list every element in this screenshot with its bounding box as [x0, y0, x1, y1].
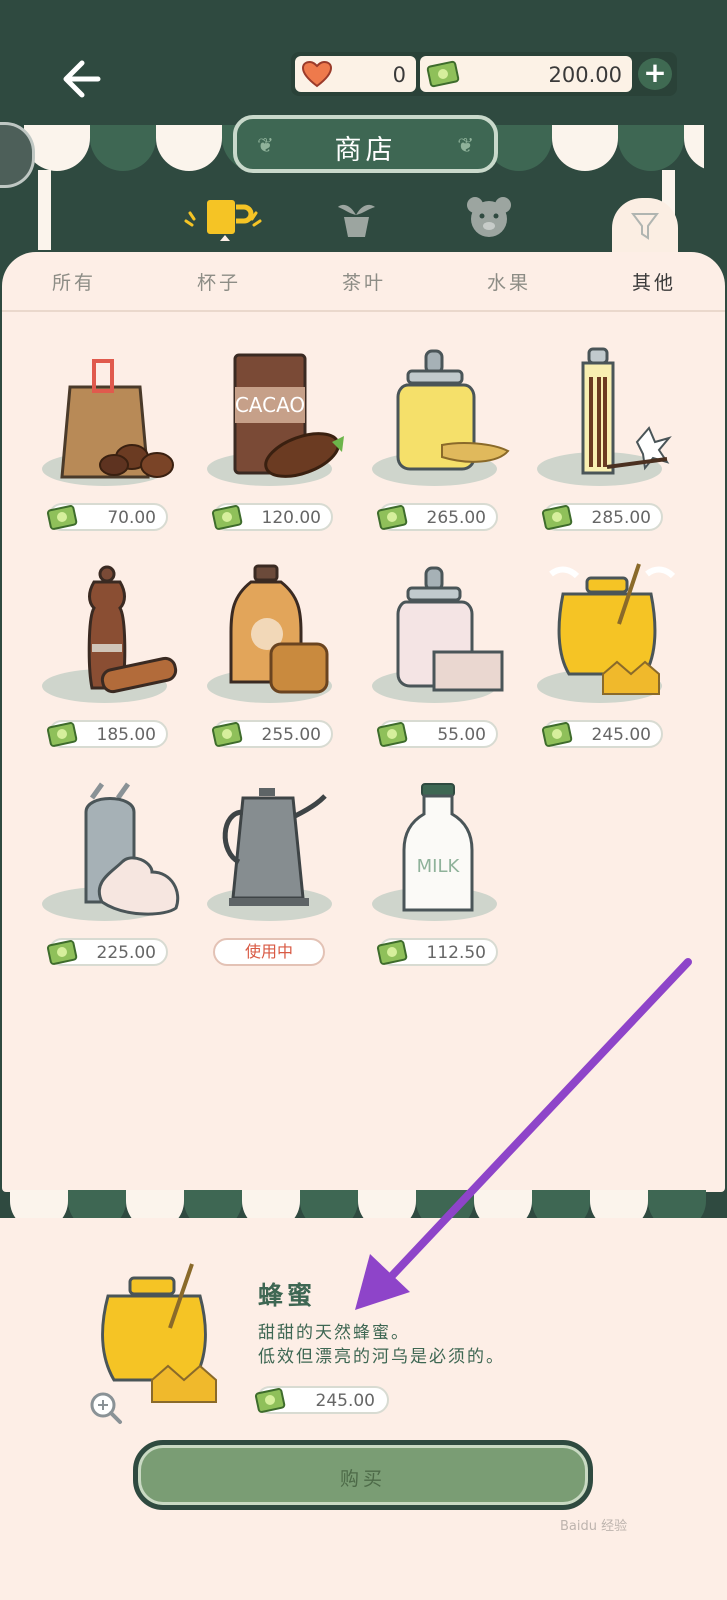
ginger-jar-icon [396, 349, 510, 471]
buy-button[interactable]: 购买 [133, 1440, 593, 1510]
honey-icon [549, 563, 676, 695]
price-tag: 120.00 [211, 503, 333, 531]
heart-icon [301, 60, 333, 88]
milk-icon: MILK [402, 783, 474, 912]
item-cinnamon-grinder[interactable]: 185.00 [42, 564, 182, 774]
whipped-cream-icon [84, 782, 180, 916]
hearts-count: 0 [392, 63, 406, 87]
price-tag: 245.00 [541, 720, 663, 748]
bear-category-icon[interactable] [465, 195, 513, 240]
price-tag: 265.00 [376, 503, 498, 531]
shop-sign: ❦ 商店 ❦ [233, 115, 498, 173]
item-vanilla[interactable]: 285.00 [537, 347, 677, 557]
cash-icon [46, 940, 78, 965]
item-panel: 所有 杯子 茶叶 水果 其他 70.00 CACAO 120.00 265.00… [2, 252, 725, 1192]
watermark: Baidu 经验 [560, 1519, 628, 1534]
cash-icon [376, 505, 408, 530]
cacao-icon: CACAO [233, 353, 344, 478]
filter-icon [631, 213, 659, 240]
price-tag: 225.00 [46, 938, 168, 966]
cup-category-icon[interactable] [180, 195, 270, 250]
add-money-button[interactable]: + [638, 58, 672, 90]
money-amount: 200.00 [548, 63, 622, 87]
detail-name: 蜂蜜 [258, 1281, 317, 1310]
price-tag: 285.00 [541, 503, 663, 531]
item-coffee-beans[interactable]: 70.00 [42, 347, 182, 557]
cash-icon [254, 1388, 286, 1413]
price-tag: 55.00 [376, 720, 498, 748]
cash-icon [211, 505, 243, 530]
cash-icon [426, 60, 460, 88]
item-cacao[interactable]: CACAO 120.00 [207, 347, 347, 557]
item-ginger-jar[interactable]: 265.00 [372, 347, 512, 557]
svg-text:CACAO: CACAO [235, 393, 305, 417]
cash-icon [211, 722, 243, 747]
detail-price-tag: 245.00 [254, 1386, 389, 1414]
price-tag: 112.50 [376, 938, 498, 966]
currency-bar: 0 200.00 + [291, 52, 677, 96]
maple-syrup-icon [229, 564, 329, 694]
cinnamon-grinder-icon [87, 565, 178, 694]
vanilla-icon [581, 347, 672, 475]
money-pill: 200.00 [420, 56, 632, 92]
plant-category-icon[interactable] [334, 195, 379, 240]
price-tag: 185.00 [46, 720, 168, 748]
category-tabs: 所有 杯子 茶叶 水果 其他 [2, 252, 725, 312]
cash-icon [541, 505, 573, 530]
cash-icon [376, 940, 408, 965]
coffee-beans-icon [60, 359, 174, 479]
item-whipped-cream[interactable]: 225.00 [42, 782, 182, 992]
item-detail: 蜂蜜 甜甜的天然蜂蜜。 低效但漂亮的河乌是必须的。 245.00 购买 [0, 1218, 727, 1600]
cash-icon [46, 505, 78, 530]
back-arrow-icon[interactable] [58, 52, 112, 106]
shop-title: 商店 [334, 135, 397, 166]
sugar-cubes-icon [396, 566, 504, 692]
detail-description: 甜甜的天然蜂蜜。 低效但漂亮的河乌是必须的。 [258, 1323, 505, 1367]
tab-tea[interactable]: 茶叶 [342, 268, 386, 295]
item-milk[interactable]: MILK 112.50 [372, 782, 512, 992]
price-tag: 70.00 [46, 503, 168, 531]
cash-icon [376, 722, 408, 747]
item-kettle[interactable]: 使用中 [207, 782, 347, 992]
zoom-in-icon[interactable] [88, 1390, 124, 1426]
tab-all[interactable]: 所有 [52, 268, 96, 295]
cash-icon [46, 722, 78, 747]
price-tag: 255.00 [211, 720, 333, 748]
kettle-icon [222, 788, 327, 906]
tab-cups[interactable]: 杯子 [197, 268, 241, 295]
item-sugar-cubes[interactable]: 55.00 [372, 564, 512, 774]
cash-icon [541, 722, 573, 747]
tab-fruit[interactable]: 水果 [487, 268, 531, 295]
in-use-badge: 使用中 [213, 938, 325, 966]
awning-post-left [38, 170, 51, 250]
tab-other[interactable]: 其他 [632, 268, 676, 295]
item-honey[interactable]: 245.00 [537, 563, 677, 774]
leaf-right-icon: ❦ [457, 133, 474, 157]
svg-text:MILK: MILK [417, 856, 461, 877]
item-maple-syrup[interactable]: 255.00 [207, 564, 347, 774]
hearts-pill: 0 [295, 56, 416, 92]
